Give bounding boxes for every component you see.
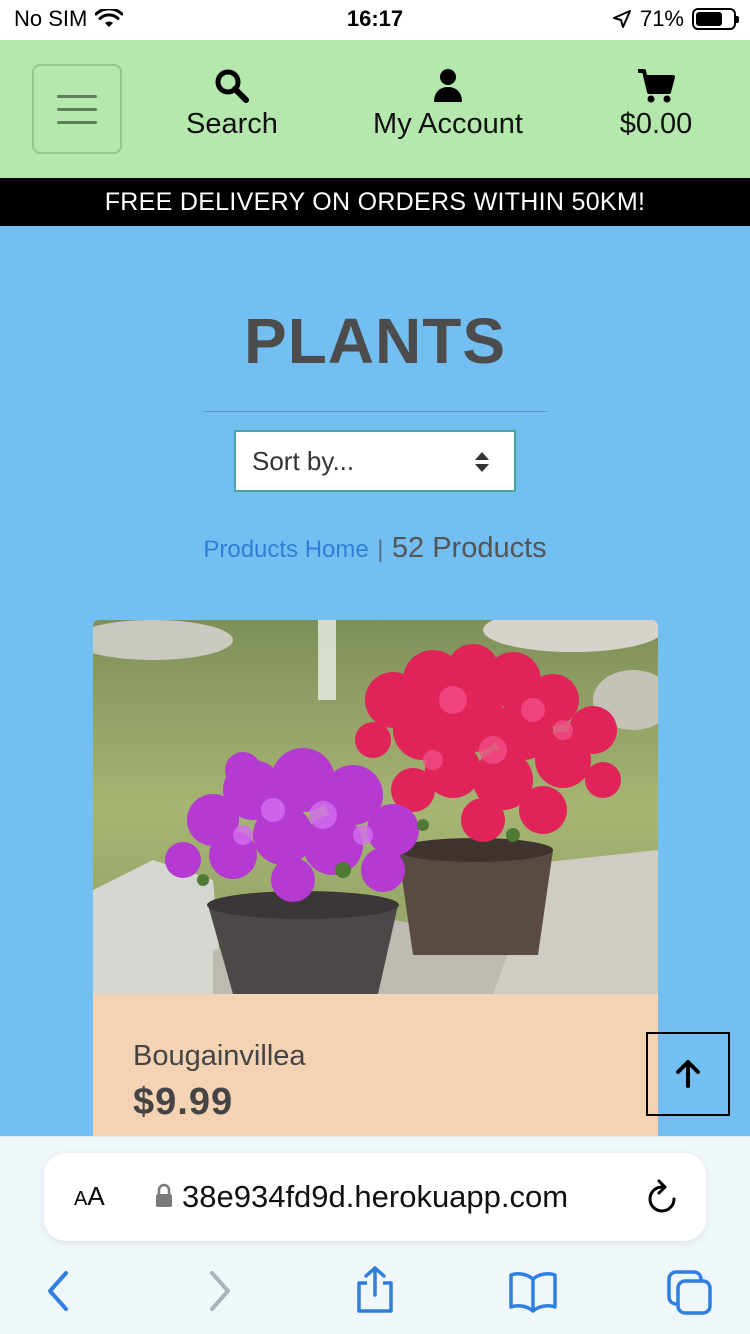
product-price: $9.99 <box>133 1081 234 1123</box>
user-icon <box>434 69 462 102</box>
battery-fill <box>696 12 722 26</box>
cart-nav-link[interactable]: $0.00 <box>606 68 706 141</box>
cart-icon <box>638 69 675 103</box>
aa-small: A <box>74 1188 88 1210</box>
my-account-nav-link[interactable]: My Account <box>358 68 538 141</box>
arrow-up-icon <box>676 1060 700 1088</box>
sort-select[interactable]: Sort by... <box>234 430 516 492</box>
separator: | <box>377 536 384 563</box>
hamburger-line <box>57 120 97 124</box>
forward-icon[interactable] <box>206 1269 234 1313</box>
cart-total: $0.00 <box>619 108 693 140</box>
reload-icon[interactable] <box>646 1177 680 1215</box>
lock-icon <box>156 1183 172 1207</box>
product-card-body: Bougainvillea $9.99 <box>133 1040 306 1124</box>
aa-large: A <box>87 1181 105 1211</box>
hamburger-line <box>57 94 97 98</box>
account-label: My Account <box>373 108 523 140</box>
location-icon <box>612 10 631 28</box>
hamburger-menu-button[interactable] <box>32 64 122 154</box>
battery-icon <box>692 8 739 30</box>
product-name[interactable]: Bougainvillea <box>133 1040 306 1073</box>
browser-nav-toolbar <box>0 1265 750 1325</box>
product-count-line: Products Home | 52 Products <box>0 532 750 565</box>
product-card[interactable]: Bougainvillea $9.99 <box>93 620 658 1140</box>
hamburger-line <box>57 107 97 111</box>
battery-percent: 71% <box>639 6 684 31</box>
tabs-icon[interactable] <box>666 1269 714 1317</box>
search-icon <box>215 69 249 103</box>
title-divider <box>203 411 547 412</box>
site-header: Search My Account $0.00 <box>0 40 750 178</box>
select-arrows-icon <box>475 452 489 472</box>
product-image[interactable] <box>93 620 658 994</box>
reader-aa-button[interactable]: AA <box>74 1181 105 1212</box>
search-label: Search <box>186 108 278 140</box>
address-bar[interactable]: AA 38e934fd9d.herokuapp.com <box>44 1153 706 1241</box>
product-count: 52 Products <box>391 532 547 564</box>
status-right: 71% <box>612 6 739 32</box>
browser-toolbar: AA 38e934fd9d.herokuapp.com <box>0 1136 750 1334</box>
sort-select-value: Sort by... <box>252 445 355 476</box>
free-delivery-banner: FREE DELIVERY ON ORDERS WITHIN 50KM! <box>0 178 750 226</box>
search-nav-link[interactable]: Search <box>176 68 288 141</box>
share-icon[interactable] <box>354 1265 396 1315</box>
page-title: PLANTS <box>244 305 506 377</box>
url-text[interactable]: 38e934fd9d.herokuapp.com <box>182 1179 622 1215</box>
back-icon[interactable] <box>44 1269 72 1313</box>
back-to-top-button[interactable] <box>646 1032 730 1116</box>
products-home-link[interactable]: Products Home <box>203 536 368 563</box>
bookmarks-icon[interactable] <box>508 1269 558 1313</box>
status-bar: No SIM 16:17 71% <box>0 0 750 40</box>
